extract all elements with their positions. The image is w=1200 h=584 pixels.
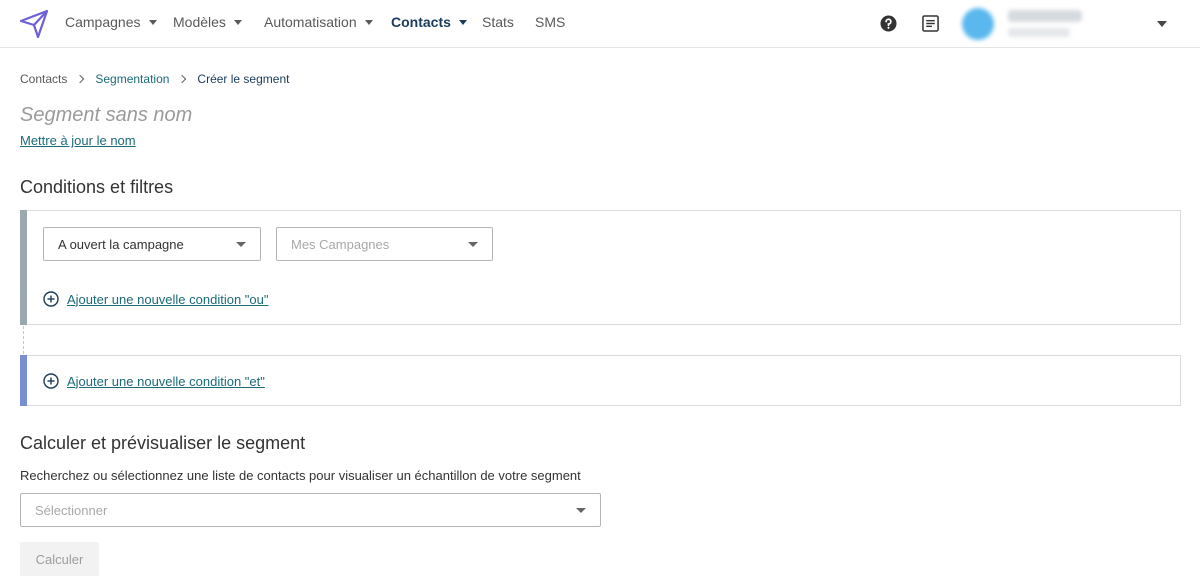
- help-icon[interactable]: [880, 15, 897, 32]
- condition-type-select[interactable]: A ouvert la campagne: [43, 227, 261, 261]
- nav-sms[interactable]: SMS: [535, 14, 565, 30]
- add-and-condition-label: Ajouter une nouvelle condition "et": [67, 373, 265, 389]
- top-navigation: Campagnes Modèles Automatisation Contact…: [0, 0, 1200, 48]
- account-chevron-down-icon[interactable]: [1157, 21, 1167, 27]
- breadcrumb-contacts[interactable]: Contacts: [20, 72, 67, 86]
- add-and-condition[interactable]: Ajouter une nouvelle condition "et": [43, 373, 265, 389]
- or-condition-group: A ouvert la campagne Mes Campagnes Ajout…: [20, 210, 1181, 325]
- breadcrumb: Contacts Segmentation Créer le segment: [20, 72, 289, 86]
- or-group-bar: [20, 210, 27, 325]
- campaign-select[interactable]: Mes Campagnes: [276, 227, 493, 261]
- nav-contacts[interactable]: Contacts: [391, 14, 467, 30]
- add-or-condition[interactable]: Ajouter une nouvelle condition "ou": [43, 291, 268, 307]
- chevron-down-icon: [576, 508, 586, 513]
- paper-plane-logo-icon[interactable]: [18, 8, 50, 40]
- nav-stats[interactable]: Stats: [482, 14, 514, 30]
- segment-title: Segment sans nom: [20, 104, 193, 126]
- and-condition-group: Ajouter une nouvelle condition "et": [20, 355, 1181, 406]
- nav-automatisation-label: Automatisation: [264, 14, 357, 30]
- notes-icon[interactable]: [922, 15, 939, 32]
- preview-title: Calculer et prévisualiser le segment: [20, 433, 306, 453]
- nav-contacts-label: Contacts: [391, 14, 451, 30]
- preview-description: Recherchez ou sélectionnez une liste de …: [20, 468, 581, 483]
- chevron-down-icon: [458, 19, 467, 25]
- nav-modeles-label: Modèles: [173, 14, 226, 30]
- campaign-placeholder: Mes Campagnes: [291, 236, 390, 252]
- add-or-condition-label: Ajouter une nouvelle condition "ou": [67, 291, 269, 307]
- nav-campagnes-label: Campagnes: [65, 14, 141, 30]
- conditions-title: Conditions et filtres: [20, 177, 174, 197]
- add-circle-icon: [43, 373, 59, 389]
- add-circle-icon: [43, 291, 59, 307]
- nav-modeles[interactable]: Modèles: [173, 14, 242, 30]
- chevron-down-icon: [468, 242, 478, 247]
- calculate-button[interactable]: Calculer: [20, 542, 99, 576]
- account-subtitle-blurred: [1008, 28, 1070, 37]
- avatar[interactable]: [962, 8, 994, 40]
- and-group-bar: [20, 355, 27, 406]
- chevron-down-icon: [236, 242, 246, 247]
- condition-type-value: A ouvert la campagne: [58, 236, 184, 252]
- nav-sms-label: SMS: [535, 14, 566, 30]
- nav-stats-label: Stats: [482, 14, 514, 30]
- breadcrumb-current: Créer le segment: [197, 72, 290, 86]
- nav-automatisation[interactable]: Automatisation: [264, 14, 373, 30]
- contact-list-select[interactable]: Sélectionner: [20, 493, 601, 527]
- chevron-down-icon: [148, 19, 157, 25]
- chevron-right-icon: [76, 74, 85, 84]
- nav-campagnes[interactable]: Campagnes: [65, 14, 157, 30]
- chevron-right-icon: [178, 74, 187, 84]
- chevron-down-icon: [364, 19, 373, 25]
- rename-segment-link[interactable]: Mettre à jour le nom: [20, 133, 136, 148]
- chevron-down-icon: [233, 19, 242, 25]
- breadcrumb-segmentation[interactable]: Segmentation: [95, 72, 169, 86]
- contact-list-placeholder: Sélectionner: [35, 502, 108, 518]
- condition-connector: [23, 326, 24, 354]
- account-name-blurred: [1008, 10, 1082, 22]
